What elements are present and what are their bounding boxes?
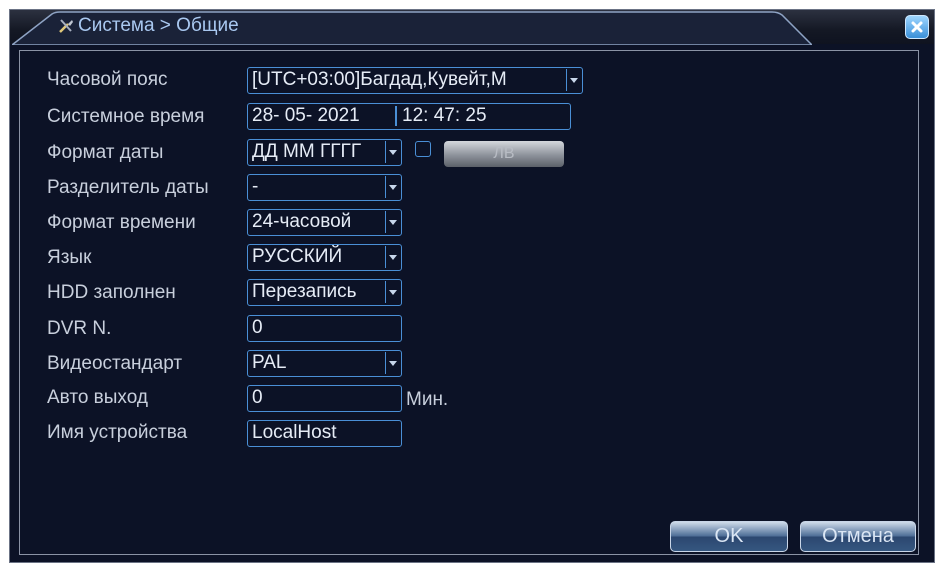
timezone-select[interactable]: [UTC+03:00]Багдад,Кувейт,М	[247, 67, 583, 94]
auto-logout-label: Авто выход	[47, 387, 148, 408]
date-separator-value: -	[252, 176, 259, 197]
title-bar: Система > Общие	[10, 10, 934, 45]
cancel-button[interactable]: Отмена	[800, 521, 916, 552]
chevron-down-icon	[385, 211, 400, 233]
chevron-down-icon	[385, 176, 400, 198]
close-icon	[911, 21, 923, 33]
device-name-label: Имя устройства	[47, 422, 188, 443]
dvr-no-label: DVR N.	[47, 318, 112, 339]
date-format-value: ДД ММ ГГГГ	[252, 141, 362, 162]
time-format-value: 24-часовой	[252, 211, 352, 232]
chevron-down-icon	[385, 141, 400, 163]
chevron-down-icon	[385, 352, 400, 374]
tools-icon	[57, 17, 75, 35]
close-button[interactable]	[905, 15, 929, 39]
timezone-label: Часовой пояс	[47, 69, 168, 90]
chevron-down-icon	[385, 281, 400, 303]
auto-logout-unit: Мин.	[406, 389, 449, 410]
language-value: РУССКИЙ	[252, 246, 343, 267]
system-time-value[interactable]: 12: 47: 25	[402, 104, 487, 128]
system-time-field[interactable]: 28- 05- 2021 12: 47: 25	[247, 103, 571, 130]
video-standard-value: PAL	[252, 352, 287, 373]
hdd-full-select[interactable]: Перезапись	[247, 279, 402, 306]
hdd-full-label: HDD заполнен	[47, 282, 176, 303]
date-separator-label: Разделитель даты	[47, 177, 209, 198]
date-separator-select[interactable]: -	[247, 174, 402, 201]
timezone-value: [UTC+03:00]Багдад,Кувейт,М	[252, 69, 507, 90]
date-format-select[interactable]: ДД ММ ГГГГ	[247, 139, 402, 166]
video-standard-label: Видеостандарт	[47, 353, 183, 374]
settings-panel: Часовой пояс [UTC+03:00]Багдад,Кувейт,М …	[19, 50, 919, 555]
device-name-input[interactable]: LocalHost	[247, 420, 402, 447]
hdd-full-value: Перезапись	[252, 281, 357, 302]
language-label: Язык	[47, 247, 92, 268]
dst-button[interactable]: ЛВ	[444, 141, 564, 167]
ok-button[interactable]: OK	[670, 521, 788, 552]
time-format-label: Формат времени	[47, 212, 196, 233]
system-date-value[interactable]: 28- 05- 2021	[252, 105, 360, 126]
dvr-no-input[interactable]: 0	[247, 315, 402, 342]
chevron-down-icon	[385, 246, 400, 268]
system-time-label: Системное время	[47, 106, 205, 127]
dst-checkbox[interactable]	[415, 141, 431, 157]
date-format-label: Формат даты	[47, 142, 164, 163]
date-time-separator	[395, 106, 397, 126]
language-select[interactable]: РУССКИЙ	[247, 244, 402, 271]
chevron-down-icon	[566, 69, 581, 91]
window-title: Система > Общие	[78, 15, 239, 36]
video-standard-select[interactable]: PAL	[247, 350, 402, 377]
time-format-select[interactable]: 24-часовой	[247, 209, 402, 236]
settings-window: Система > Общие Часовой пояс [UTC+03:00]…	[9, 9, 935, 563]
auto-logout-input[interactable]: 0	[247, 385, 402, 412]
